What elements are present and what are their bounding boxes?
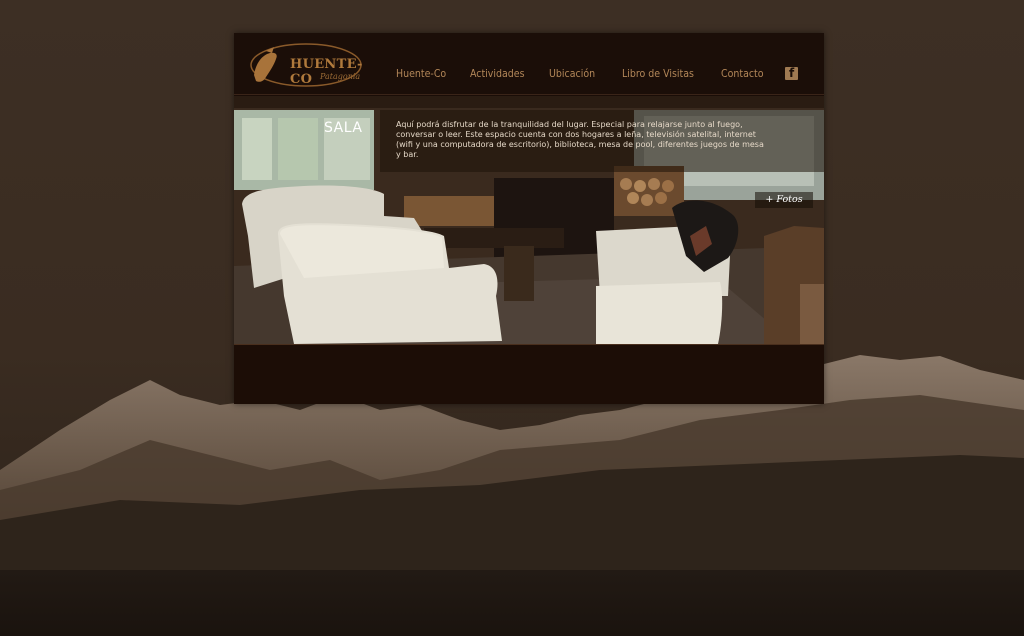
nav-actividades[interactable]: Actividades — [470, 68, 525, 80]
nav-contacto[interactable]: Contacto — [721, 68, 764, 80]
fotos-button[interactable]: + Fotos — [755, 192, 813, 208]
nav-huente-co[interactable]: Huente-Co — [396, 68, 446, 80]
facebook-glyph: f — [789, 66, 795, 80]
site-logo[interactable]: HUENTE-CO Patagonia — [248, 41, 364, 89]
main-panel: HUENTE-CO Patagonia Huente-Co Actividade… — [234, 33, 824, 404]
facebook-icon[interactable]: f — [785, 66, 798, 80]
room-photo: SALA Aquí podrá disfrutar de la tranquil… — [234, 96, 824, 344]
logo-tagline: Patagonia — [320, 72, 361, 81]
nav-ubicacion[interactable]: Ubicación — [549, 68, 595, 80]
gallery-title: SALA — [324, 120, 363, 136]
nav-libro-de-visitas[interactable]: Libro de Visitas — [622, 68, 694, 80]
gallery-description: Aquí podrá disfrutar de la tranquilidad … — [396, 120, 764, 159]
panel-footer — [234, 344, 824, 404]
site-header: HUENTE-CO Patagonia Huente-Co Actividade… — [234, 33, 824, 95]
